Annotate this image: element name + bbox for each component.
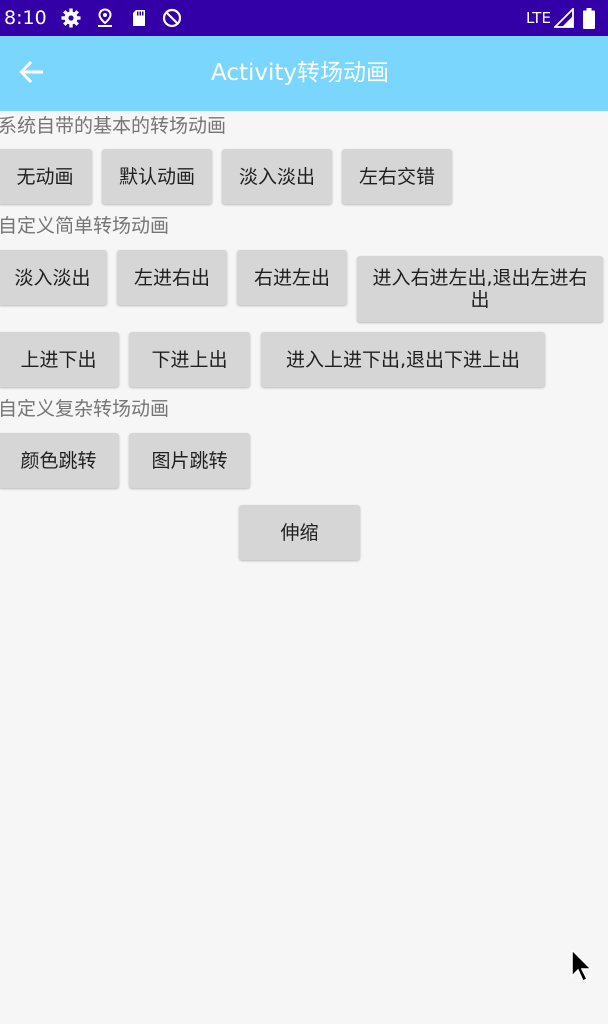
status-time: 8:10 [4,7,47,29]
top-in-bottom-out-button[interactable]: 上进下出 [0,332,119,387]
network-type: LTE [526,9,551,27]
no-animation-button[interactable]: 无动画 [0,149,92,204]
gear-icon [61,8,81,28]
left-right-stagger-button[interactable]: 左右交错 [342,149,452,204]
location-icon [95,8,115,28]
image-jump-button[interactable]: 图片跳转 [129,433,250,488]
custom-fade-in-out-button[interactable]: 淡入淡出 [0,250,107,305]
section-label-simple: 自定义简单转场动画 [0,215,170,237]
battery-icon [582,8,602,29]
left-in-right-out-button[interactable]: 左进右出 [117,250,227,305]
bottom-in-top-out-button[interactable]: 下进上出 [129,332,250,387]
app-bar: Activity转场动画 [0,36,608,111]
signal-icon [552,6,574,28]
sd-card-icon [129,8,149,28]
color-jump-button[interactable]: 颜色跳转 [0,433,119,488]
default-animation-button[interactable]: 默认动画 [102,149,212,204]
enter-right-exit-left-button[interactable]: 进入右进左出,退出左进右出 [357,256,603,322]
status-bar: 8:10 LTE [0,0,608,36]
no-disturb-icon [162,8,182,28]
section-label-complex: 自定义复杂转场动画 [0,398,170,420]
right-in-left-out-button[interactable]: 右进左出 [237,250,347,305]
stretch-button[interactable]: 伸缩 [239,505,360,560]
mouse-cursor-icon [570,948,594,984]
screen: 8:10 LTE Activity转场动画 系统自带的基本的转场动画 无动画 默… [0,0,608,1024]
section-label-basic: 系统自带的基本的转场动画 [0,115,227,137]
fade-in-out-button[interactable]: 淡入淡出 [222,149,332,204]
page-title: Activity转场动画 [210,60,389,86]
enter-top-exit-bottom-button[interactable]: 进入上进下出,退出下进上出 [261,332,545,387]
